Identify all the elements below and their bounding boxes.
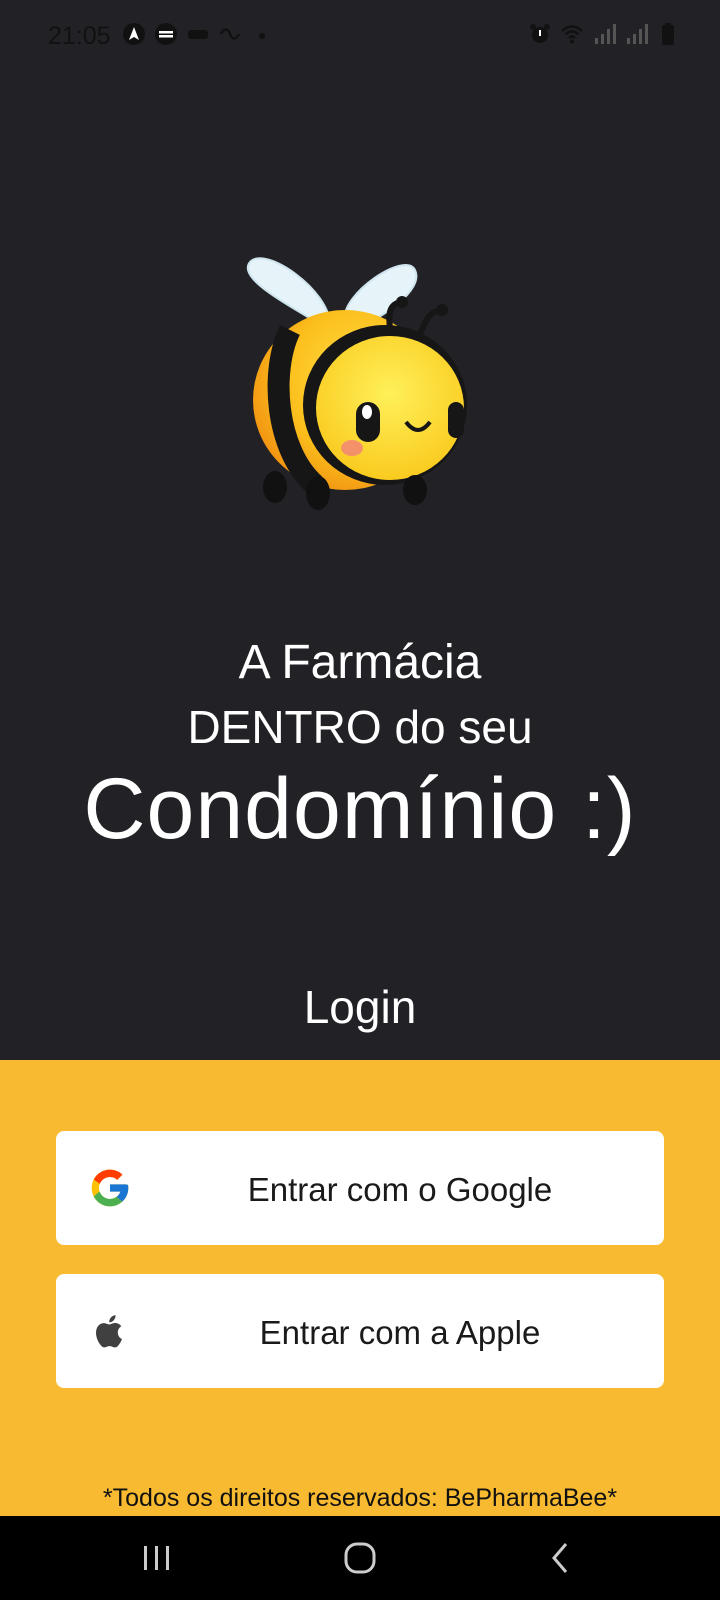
home-icon[interactable] xyxy=(338,1536,382,1580)
google-login-button[interactable]: Entrar com o Google xyxy=(56,1131,664,1245)
notification-icon xyxy=(188,30,208,39)
sync-icon xyxy=(155,23,177,45)
tagline-line-3: Condomínio :) xyxy=(83,761,637,857)
bee-mascot-image xyxy=(246,257,467,510)
apple-login-label: Entrar com a Apple xyxy=(259,1314,541,1351)
recent-apps-icon[interactable] xyxy=(135,1536,179,1580)
status-time: 21:05 xyxy=(48,22,111,50)
dot-icon xyxy=(259,33,265,39)
apple-login-button[interactable]: Entrar com a Apple xyxy=(56,1274,664,1388)
google-login-label: Entrar com o Google xyxy=(247,1171,553,1208)
login-title: Login xyxy=(303,981,417,1033)
tagline-line-1: A Farmácia xyxy=(238,636,482,689)
signal-icon xyxy=(595,24,616,44)
status-bar: 21:05 xyxy=(0,0,720,72)
alarm-icon xyxy=(530,24,550,43)
google-icon xyxy=(91,1169,129,1207)
signal-icon xyxy=(627,24,648,44)
back-icon[interactable] xyxy=(538,1536,582,1580)
battery-icon xyxy=(662,23,674,45)
copyright-note: *Todos os direitos reservados: BePharmaB… xyxy=(102,1484,618,1512)
navigation-icon xyxy=(123,23,145,45)
notification-icon xyxy=(219,28,241,40)
wifi-icon xyxy=(561,25,583,44)
system-nav-bar xyxy=(0,1516,720,1600)
status-right-icons xyxy=(528,22,680,46)
status-left-icons xyxy=(122,22,274,46)
tagline-line-2: DENTRO do seu xyxy=(187,701,533,753)
apple-icon xyxy=(95,1315,122,1348)
